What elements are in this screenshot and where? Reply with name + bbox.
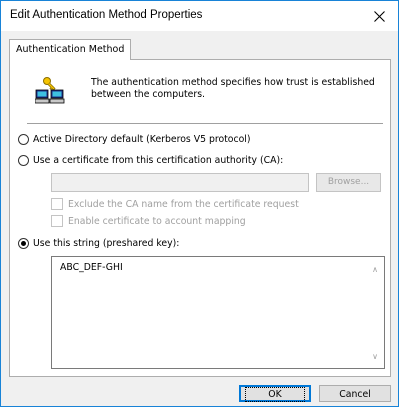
dialog-window: Edit Authentication Method Properties Au…: [0, 0, 399, 407]
checkbox-box[interactable]: [51, 215, 63, 227]
radio-active-directory-label: Active Directory default (Kerberos V5 pr…: [33, 134, 251, 145]
window-title: Edit Authentication Method Properties: [10, 9, 203, 21]
preshared-key-value: ABC_DEF-GHI: [60, 262, 123, 273]
radio-preshared-key-label: Use this string (preshared key):: [33, 238, 180, 249]
cancel-button[interactable]: Cancel: [319, 385, 391, 402]
close-button[interactable]: [360, 1, 398, 31]
close-icon: [373, 10, 385, 22]
tab-authentication-method[interactable]: Authentication Method: [9, 39, 132, 60]
radio-certificate[interactable]: Use a certificate from this certificatio…: [18, 155, 283, 166]
radio-preshared-key[interactable]: Use this string (preshared key):: [18, 238, 179, 249]
certificate-authority-field[interactable]: [51, 173, 309, 192]
scroll-up-icon[interactable]: ∧: [370, 265, 380, 275]
exclude-ca-label: Exclude the CA name from the certificate…: [68, 198, 299, 210]
exclude-ca-checkbox[interactable]: Exclude the CA name from the certificate…: [51, 198, 299, 210]
preshared-key-input[interactable]: ABC_DEF-GHI ∧ ∨: [51, 256, 385, 369]
title-bar: Edit Authentication Method Properties: [1, 1, 398, 31]
radio-certificate-label: Use a certificate from this certificatio…: [33, 155, 284, 166]
ok-label: OK: [245, 387, 305, 402]
browse-button[interactable]: Browse...: [316, 173, 381, 192]
certificate-mapping-label: Enable certificate to account mapping: [68, 215, 246, 227]
computers-key-icon: [35, 77, 65, 104]
ok-button[interactable]: OK: [239, 385, 311, 402]
radio-button[interactable]: [18, 134, 29, 145]
checkbox-box[interactable]: [51, 198, 63, 210]
separator: [27, 123, 383, 125]
radio-button-selected[interactable]: [18, 238, 29, 249]
scroll-down-icon[interactable]: ∨: [370, 352, 380, 362]
radio-button[interactable]: [18, 155, 29, 166]
certificate-mapping-checkbox[interactable]: Enable certificate to account mapping: [51, 215, 246, 227]
description-text: The authentication method specifies how …: [91, 77, 375, 100]
radio-active-directory[interactable]: Active Directory default (Kerberos V5 pr…: [18, 134, 251, 145]
